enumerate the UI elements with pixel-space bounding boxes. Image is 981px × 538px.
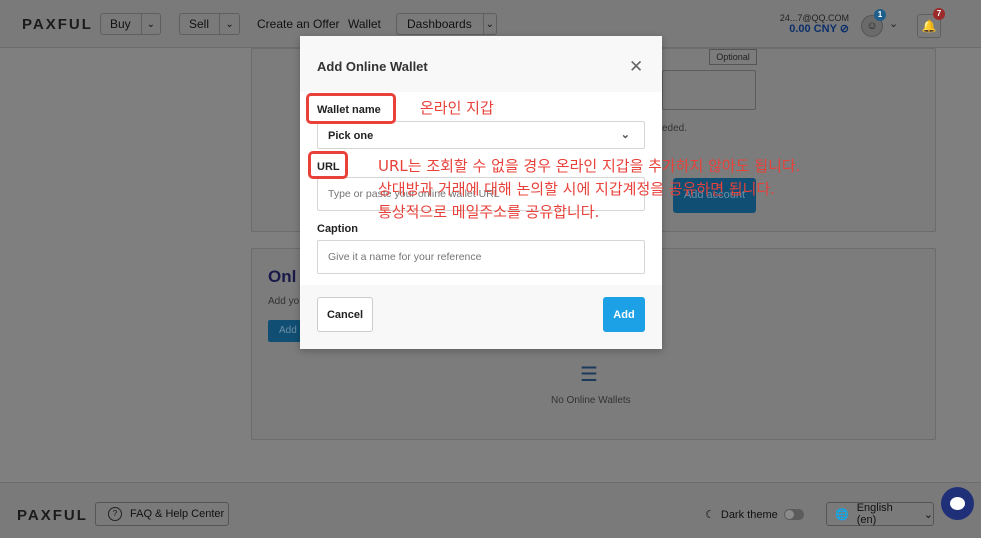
sell-label: Sell: [189, 17, 210, 31]
modal-header: Add Online Wallet ✕: [300, 36, 662, 92]
buy-label: Buy: [110, 17, 131, 31]
wallet-annotation: 온라인 지갑: [420, 99, 494, 117]
eye-off-icon: ⊘: [839, 23, 849, 35]
chat-button[interactable]: [941, 487, 974, 520]
wallet-name-value: Pick one: [328, 130, 374, 142]
profile-badge: 1: [874, 9, 886, 21]
chevron-down-icon: ⌄: [140, 14, 160, 34]
account-balance: 0.00 CNY ⊘: [789, 23, 849, 35]
moon-icon: ☾: [705, 509, 715, 521]
url-annotation-line-2: 상대방과 거래에 대해 논의할 시에 지갑계정을 공유하면 됩니다.: [378, 180, 775, 198]
wallet-name-select[interactable]: Pick one ⌄: [317, 121, 645, 149]
online-wallets-subtext: Add yo: [268, 296, 300, 307]
faq-label: FAQ & Help Center: [130, 508, 225, 520]
dark-theme-toggle-row[interactable]: ☾ Dark theme: [705, 508, 804, 521]
online-wallets-heading: Onl: [268, 267, 297, 286]
helper-text: eded.: [662, 123, 688, 134]
dark-theme-toggle[interactable]: [783, 509, 804, 520]
add-button[interactable]: Add: [603, 297, 645, 332]
modal-title: Add Online Wallet: [317, 59, 428, 74]
chevron-down-icon: ⌄: [923, 508, 933, 521]
faq-help-button[interactable]: ? FAQ & Help Center: [95, 502, 229, 526]
footer: PAXFUL ? FAQ & Help Center ☾ Dark theme …: [0, 482, 981, 538]
sell-dropdown[interactable]: Sell ⌄: [179, 13, 240, 35]
dark-theme-label: Dark theme: [720, 508, 778, 521]
notification-badge: 7: [933, 8, 945, 20]
paxful-logo[interactable]: PAXFUL: [22, 16, 93, 33]
textarea-field[interactable]: [662, 70, 756, 110]
wallet-link[interactable]: Wallet: [348, 17, 381, 31]
chevron-down-icon[interactable]: ⌄: [889, 17, 898, 30]
optional-tag: Optional: [709, 49, 757, 65]
buy-dropdown[interactable]: Buy ⌄: [100, 13, 161, 35]
caption-input[interactable]: [317, 240, 645, 274]
dashboards-label: Dashboards: [407, 17, 472, 31]
language-select[interactable]: 🌐 English (en) ⌄: [826, 502, 934, 526]
chevron-down-icon: ⌄: [482, 14, 496, 34]
chevron-down-icon: ⌄: [620, 129, 630, 141]
globe-icon: 🌐: [835, 508, 849, 521]
url-annotation-line-1: URL는 조회할 수 없을 경우 온라인 지갑을 추가하지 않아도 됩니다.: [378, 157, 801, 175]
url-highlight: [308, 151, 348, 179]
wallet-name-highlight: [306, 93, 396, 124]
chat-bubble-icon: [950, 497, 965, 510]
question-icon: ?: [108, 507, 122, 521]
chevron-down-icon: ⌄: [219, 14, 239, 34]
language-label: English (en): [856, 502, 893, 526]
add-wallet-button[interactable]: Add: [268, 320, 304, 342]
create-offer-link[interactable]: Create an Offer: [257, 17, 340, 31]
modal-footer: Cancel Add: [300, 285, 662, 349]
url-annotation-line-3: 통상적으로 메일주소를 공유합니다.: [378, 203, 600, 221]
footer-paxful-logo[interactable]: PAXFUL: [17, 507, 88, 524]
cancel-button[interactable]: Cancel: [317, 297, 373, 332]
account-summary[interactable]: 24...7@QQ.COM 0.00 CNY ⊘: [780, 13, 849, 35]
caption-label: Caption: [317, 223, 358, 235]
list-search-icon: ☰: [580, 364, 598, 386]
close-icon[interactable]: ✕: [629, 58, 643, 76]
empty-state-text: No Online Wallets: [551, 395, 631, 406]
dashboards-dropdown[interactable]: Dashboards ⌄: [396, 13, 497, 35]
